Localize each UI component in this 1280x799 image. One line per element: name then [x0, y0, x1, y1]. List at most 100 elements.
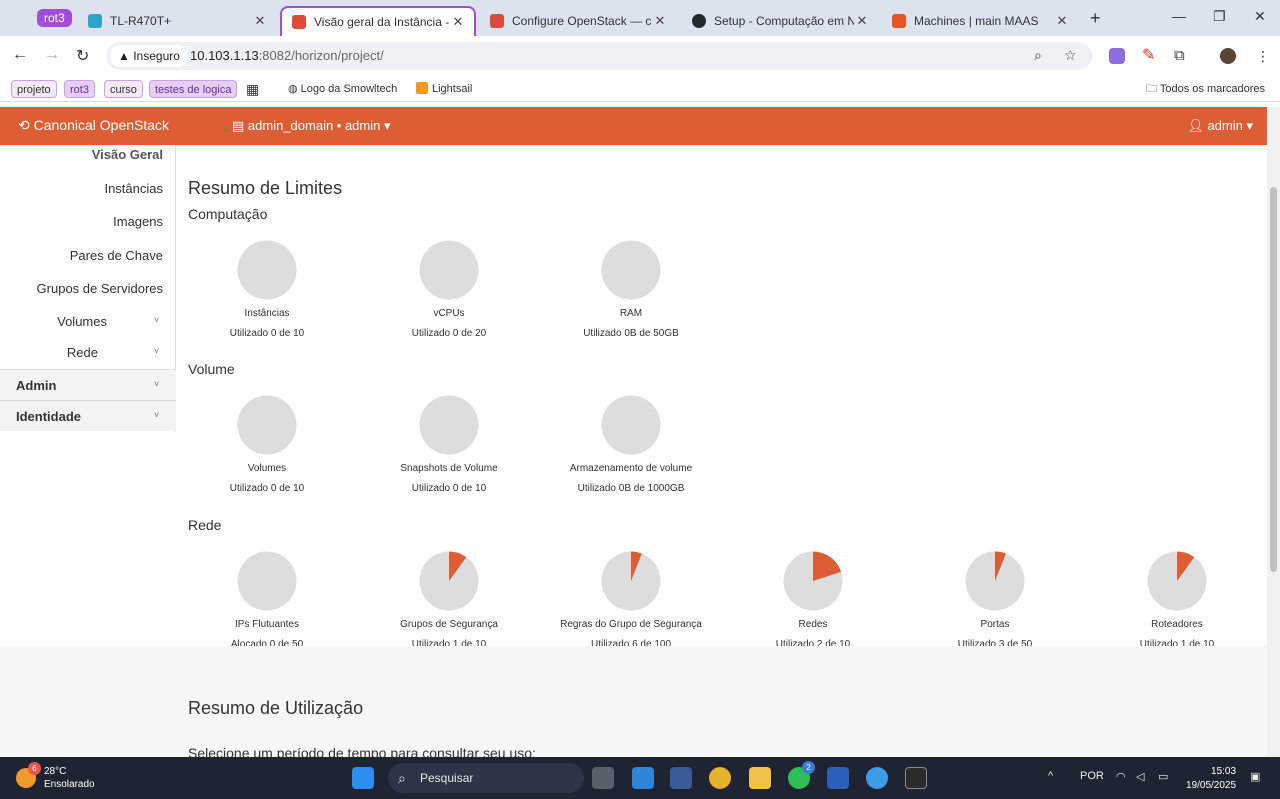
url-text[interactable]: 10.103.1.13:8082/horizon/project/	[190, 48, 384, 63]
wifi-icon[interactable]: ◠	[1116, 770, 1126, 783]
restore-button[interactable]: ❐	[1213, 8, 1226, 25]
browser-menu-icon[interactable]: ⋮	[1256, 48, 1272, 64]
close-icon[interactable]: ✕	[652, 13, 668, 29]
chevron-down-icon[interactable]: ˅	[154, 315, 159, 325]
whatsapp-icon[interactable]: 2	[788, 761, 815, 789]
browser-tab[interactable]: Machines | main MAAS ✕	[882, 6, 1078, 36]
sidebar-item-keypairs[interactable]: Pares de Chave	[70, 248, 163, 263]
limit-pie-chart: Regras do Grupo de Segurança Utilizado 6 …	[540, 551, 722, 650]
bookmark-folder-curso[interactable]: curso	[104, 80, 143, 98]
battery-icon[interactable]: ▭	[1158, 770, 1168, 783]
chevron-down-icon[interactable]: ˅	[154, 346, 159, 356]
chevron-down-icon[interactable]: ˅	[154, 379, 159, 389]
bookmark-smowltech[interactable]: ◍ Logo da Smowltech	[288, 80, 397, 98]
browser-tab[interactable]: TL-R470T+ ✕	[78, 6, 276, 36]
zoom-icon[interactable]: ⌕	[1034, 47, 1042, 64]
taskbar-search[interactable]: ⌕ Pesquisar	[388, 763, 584, 793]
sidebar-item-instances[interactable]: Instâncias	[104, 181, 163, 196]
reload-button[interactable]: ↻	[76, 46, 89, 66]
notifications-icon[interactable]: ▣	[1250, 770, 1260, 783]
extension-icon[interactable]	[1109, 48, 1125, 64]
forward-button[interactable]: →	[44, 46, 60, 64]
bookmark-folder-rot3[interactable]: rot3	[64, 80, 95, 98]
bookmark-folder-testes[interactable]: testes de logica	[149, 80, 238, 98]
chrome-icon[interactable]	[709, 767, 731, 789]
browser-tab-active[interactable]: Visão geral da Instância - Op ✕	[280, 6, 476, 36]
sidebar-item-overview[interactable]: Visão Geral	[92, 147, 163, 162]
page-scrollbar[interactable]	[1267, 107, 1280, 757]
close-icon[interactable]: ✕	[1054, 13, 1070, 29]
app-icon[interactable]	[866, 767, 888, 789]
back-button[interactable]: ←	[12, 46, 28, 64]
apps-grid-icon[interactable]: ▦	[246, 80, 259, 98]
bookmark-folder-projeto[interactable]: projeto	[11, 80, 57, 98]
pie-background	[237, 551, 297, 611]
browser-tab-strip: rot3 TL-R470T+ ✕ Visão geral da Instânci…	[0, 0, 1280, 36]
pie-background	[237, 395, 297, 455]
tab-title: TL-R470T+	[110, 14, 172, 28]
limit-pie-chart: Roteadores Utilizado 1 de 10	[1086, 551, 1268, 650]
language-indicator[interactable]: POR	[1080, 770, 1104, 782]
pie-background	[601, 395, 661, 455]
pie-label: Portas	[980, 619, 1010, 630]
close-icon[interactable]: ✕	[252, 13, 268, 29]
system-clock[interactable]: 15:03 19/05/2025	[1186, 765, 1236, 793]
weather-widget[interactable]: 6 28°C Ensolarado	[16, 762, 95, 791]
minimize-button[interactable]: —	[1172, 8, 1186, 24]
openstack-icon	[490, 14, 504, 28]
sidebar-section-admin[interactable]: Admin	[0, 369, 176, 400]
pie-graphic	[419, 240, 479, 300]
file-explorer-icon[interactable]	[749, 767, 771, 789]
security-indicator[interactable]: ▲ Inseguro	[110, 45, 188, 67]
sidebar-item-images[interactable]: Imagens	[113, 214, 163, 229]
terminal-icon[interactable]	[905, 767, 927, 789]
folder-icon: 🗀	[1146, 83, 1160, 95]
search-icon: ⌕	[398, 770, 406, 786]
sidebar-item-server-groups[interactable]: Grupos de Servidores	[37, 281, 163, 296]
pie-graphic	[965, 551, 1025, 611]
close-icon[interactable]: ✕	[450, 14, 466, 30]
tray-chevron-icon[interactable]: ^	[1048, 770, 1053, 782]
sidebar-section-identity[interactable]: Identidade	[0, 400, 176, 431]
limit-pie-chart: vCPUs Utilizado 0 de 20	[358, 240, 540, 339]
profile-avatar[interactable]	[1220, 48, 1236, 64]
close-icon[interactable]: ✕	[854, 13, 870, 29]
window-close-button[interactable]: ✕	[1254, 8, 1266, 25]
project-icon: ▤	[232, 118, 248, 133]
bookmark-lightsail[interactable]: Lightsail	[416, 80, 472, 98]
pie-usage-text: Utilizado 0 de 20	[411, 328, 487, 339]
volume-icon[interactable]: ◁	[1136, 770, 1144, 783]
word-icon[interactable]	[827, 767, 849, 789]
notification-badge: 2	[802, 761, 815, 774]
brand-logo[interactable]: ⟲ Canonical OpenStack	[18, 117, 169, 134]
vscode-icon[interactable]	[632, 767, 654, 789]
pen-extension-icon[interactable]: ✎	[1142, 48, 1158, 64]
app-icon[interactable]	[670, 767, 692, 789]
notification-badge: 6	[28, 762, 41, 775]
limit-pie-chart: Grupos de Segurança Utilizado 1 de 10	[358, 551, 540, 650]
address-bar[interactable]: ▲ Inseguro 10.103.1.13:8082/horizon/proj…	[106, 42, 1092, 70]
pie-label: Regras do Grupo de Segurança	[560, 619, 702, 630]
new-tab-button[interactable]: +	[1090, 8, 1101, 29]
scrollbar-thumb[interactable]	[1270, 187, 1277, 572]
browser-tab[interactable]: Setup - Computação em Nuvem ✕	[682, 6, 878, 36]
openstack-header: ⟲ Canonical OpenStack ▤ admin_domain • a…	[0, 107, 1267, 145]
user-menu[interactable]: 👤︎ admin ▾	[1187, 118, 1253, 134]
task-view-icon[interactable]	[592, 767, 614, 789]
pie-graphic	[419, 395, 479, 455]
tab-group-label[interactable]: rot3	[37, 9, 72, 27]
pie-graphic	[783, 551, 843, 611]
windows-start-icon[interactable]	[352, 767, 374, 789]
chevron-down-icon[interactable]: ˅	[154, 410, 159, 420]
all-bookmarks-folder[interactable]: 🗀 Todos os marcadores	[1146, 80, 1265, 98]
limit-pie-chart: Volumes Utilizado 0 de 10	[176, 395, 358, 494]
pie-graphic	[601, 551, 661, 611]
project-selector[interactable]: ▤ admin_domain • admin ▾	[232, 118, 391, 134]
extensions-puzzle-icon[interactable]: ⧉	[1174, 48, 1190, 64]
sidebar-item-network[interactable]: Rede	[67, 345, 98, 360]
sidebar-item-volumes[interactable]: Volumes	[57, 314, 107, 329]
pie-usage-text: Utilizado 0 de 10	[229, 483, 305, 494]
browser-tab[interactable]: Configure OpenStack — charm ✕	[480, 6, 676, 36]
bookmark-star-icon[interactable]: ☆	[1064, 47, 1077, 64]
github-icon	[692, 14, 706, 28]
